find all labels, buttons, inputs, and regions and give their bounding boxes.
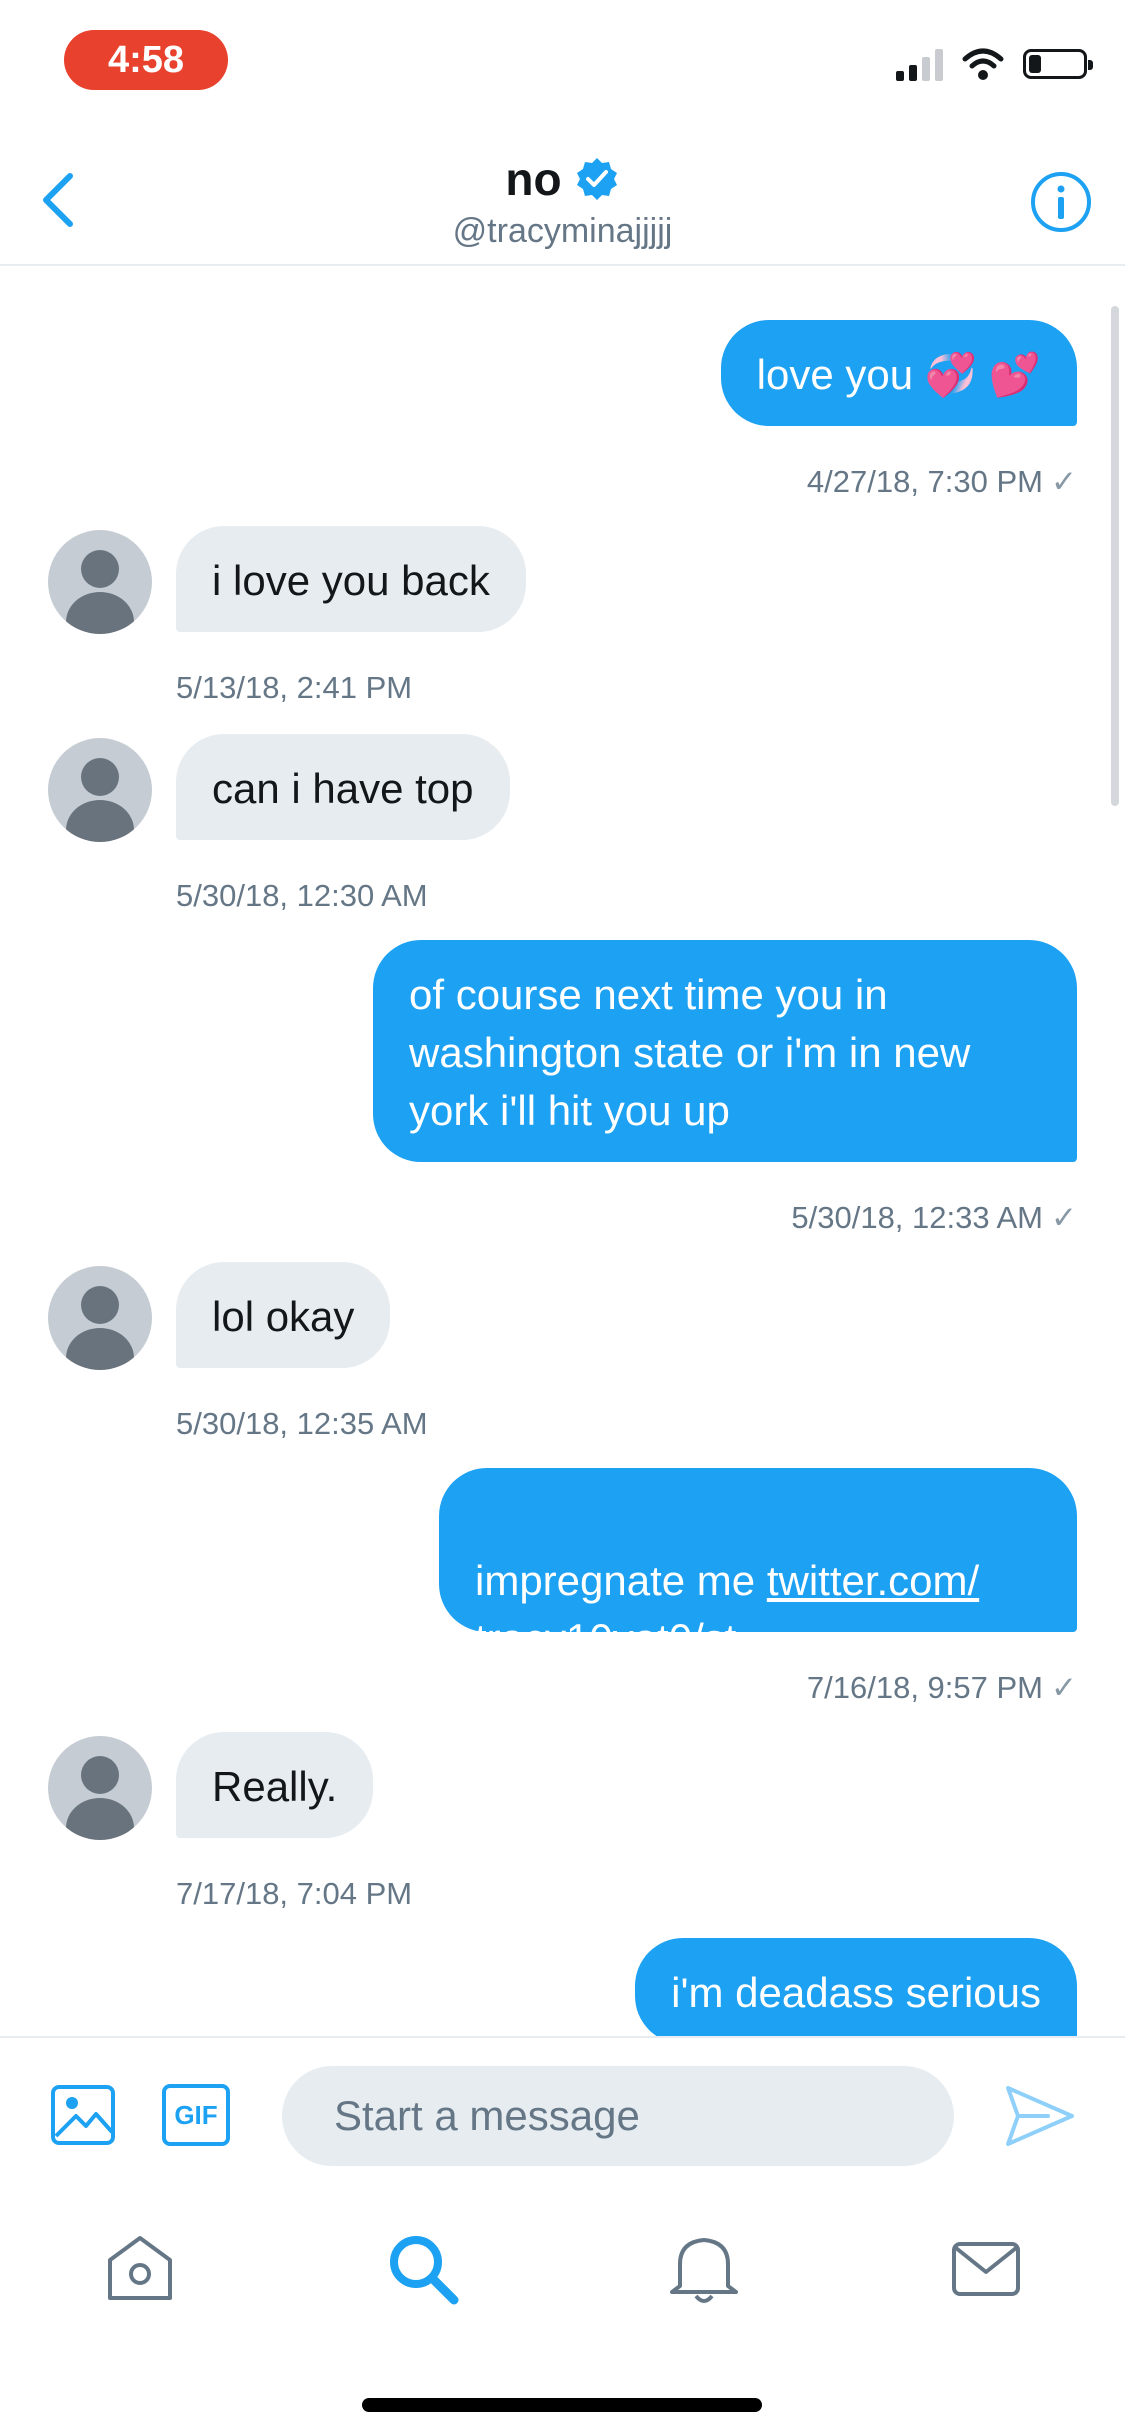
- message-thread[interactable]: love you 💞 💕 4/27/18, 7:30 PM ✓ i love yo…: [0, 266, 1125, 2036]
- message-timestamp: 5/30/18, 12:30 AM: [176, 878, 428, 913]
- battery-icon: [1023, 49, 1093, 79]
- conversation-title: no: [505, 152, 619, 206]
- avatar[interactable]: [48, 530, 152, 634]
- message-bubble[interactable]: Really.: [176, 1732, 374, 1838]
- conversation-title-block[interactable]: no @tracyminajjjjj: [0, 152, 1125, 251]
- thread-scrollbar[interactable]: [1111, 306, 1119, 806]
- sent-check-icon: ✓: [1051, 1670, 1077, 1705]
- status-time: 4:58: [64, 30, 228, 90]
- message-text: impregnate me: [475, 1557, 767, 1604]
- display-name: no: [505, 153, 562, 205]
- message-bubble[interactable]: impregnate me twitter.com/ tracy10vat0/s…: [439, 1468, 1077, 1662]
- message-bubble[interactable]: love you 💞 💕: [720, 320, 1077, 426]
- message-bubble[interactable]: can i have top: [176, 734, 510, 840]
- info-icon[interactable]: [1029, 170, 1093, 234]
- verified-badge-icon: [576, 158, 617, 200]
- avatar[interactable]: [48, 738, 152, 842]
- avatar[interactable]: [48, 1266, 152, 1370]
- mail-icon[interactable]: [948, 2230, 1024, 2306]
- wifi-icon: [962, 48, 1004, 80]
- gif-button[interactable]: GIF: [162, 2084, 230, 2146]
- message-bubble[interactable]: of course next time you in washington st…: [373, 940, 1077, 1162]
- search-icon[interactable]: [384, 2230, 460, 2306]
- message-timestamp: 5/13/18, 2:41 PM: [176, 670, 413, 705]
- status-indicators: [896, 44, 1093, 84]
- send-icon[interactable]: [1004, 2082, 1076, 2150]
- message-timestamp: 7/16/18, 9:57 PM ✓: [806, 1670, 1077, 1705]
- message-timestamp: 4/27/18, 7:30 PM ✓: [806, 464, 1077, 499]
- sent-check-icon: ✓: [1051, 464, 1077, 499]
- home-icon[interactable]: [102, 2230, 178, 2306]
- message-timestamp: 5/30/18, 12:35 AM: [176, 1406, 428, 1441]
- message-bubble[interactable]: i love you back: [176, 526, 526, 632]
- message-input[interactable]: [282, 2066, 954, 2166]
- message-bubble[interactable]: i'm deadass serious: [635, 1938, 1077, 2036]
- bell-icon[interactable]: [666, 2230, 742, 2306]
- home-indicator[interactable]: [362, 2398, 762, 2412]
- message-timestamp: 5/30/18, 12:33 AM ✓: [791, 1200, 1077, 1235]
- user-handle: @tracyminajjjjj: [452, 212, 673, 250]
- message-timestamp: 7/17/18, 7:04 PM: [176, 1876, 413, 1911]
- sent-check-icon: ✓: [1051, 1200, 1077, 1235]
- cell-signal-icon: [896, 47, 943, 81]
- message-composer: GIF: [0, 2036, 1125, 2190]
- conversation-header: no @tracyminajjjjj: [0, 130, 1125, 266]
- image-icon[interactable]: [50, 2084, 116, 2146]
- message-bubble[interactable]: lol okay: [176, 1262, 391, 1368]
- avatar[interactable]: [48, 1736, 152, 1840]
